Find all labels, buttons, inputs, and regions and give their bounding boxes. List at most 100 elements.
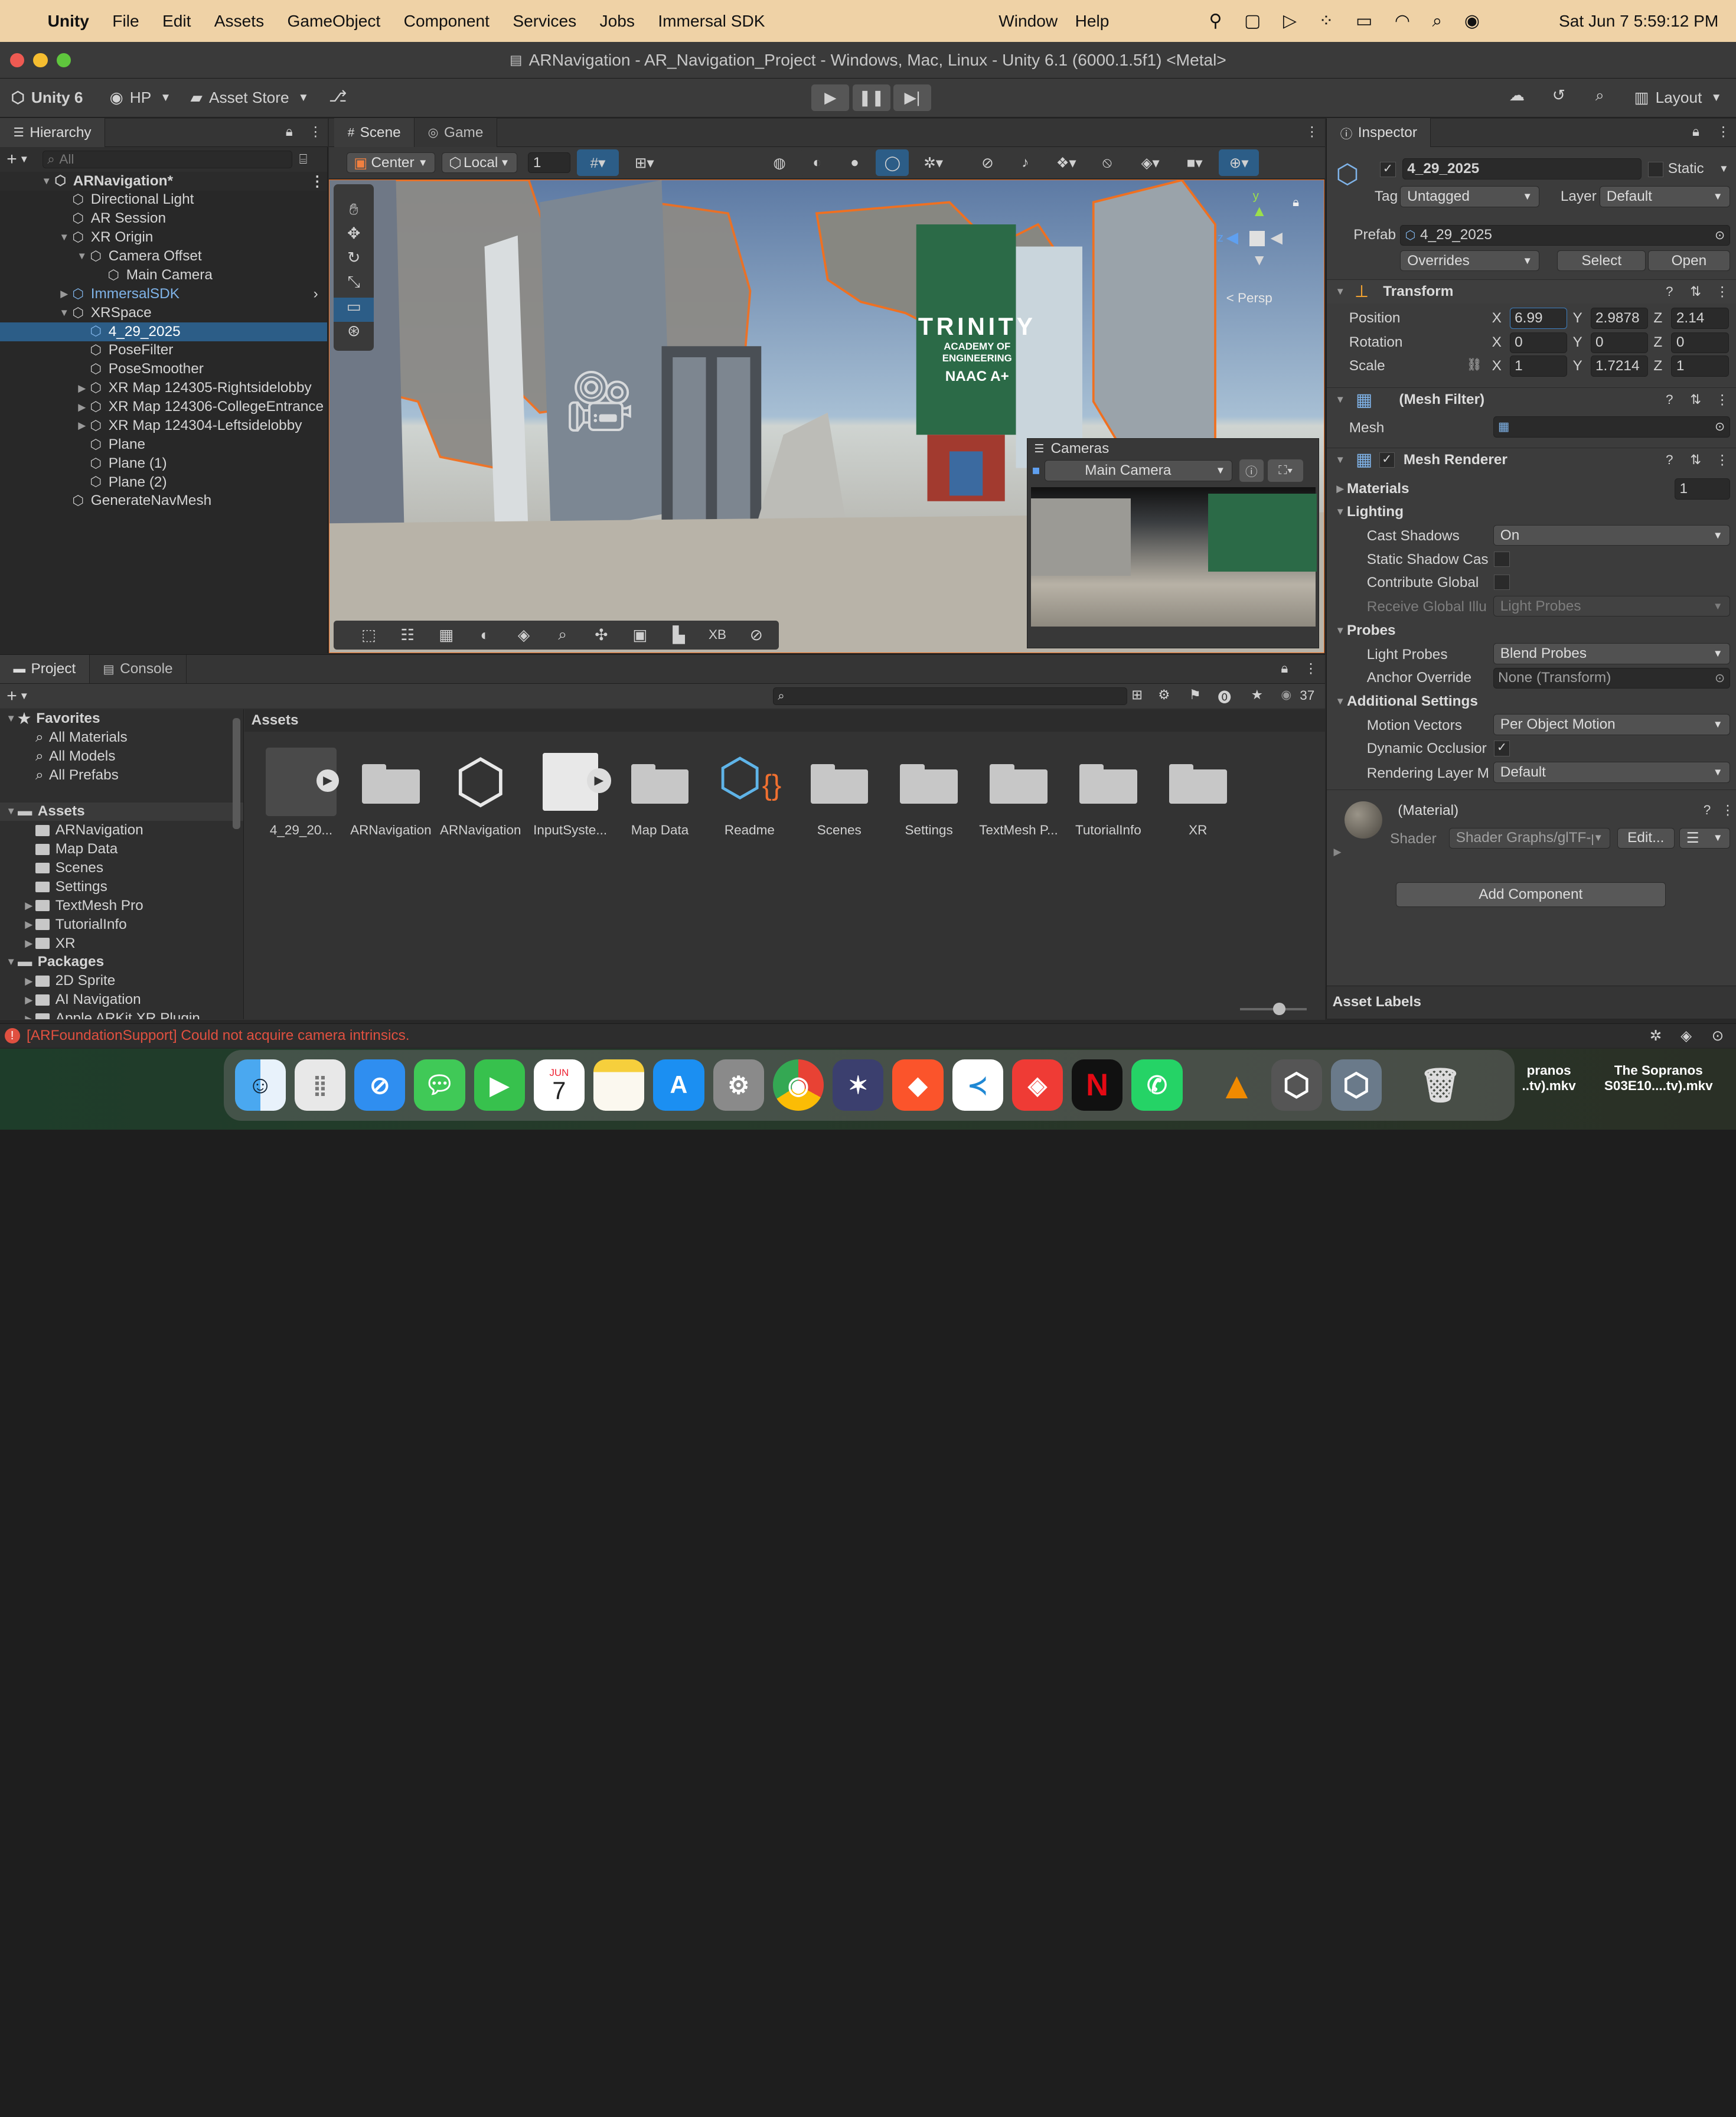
project-folder-item[interactable]: ▶ AI Navigation xyxy=(0,990,243,1009)
render-mode-icon[interactable]: ◍ xyxy=(762,149,797,177)
fit-icon[interactable]: ⛶▾ xyxy=(1268,459,1304,482)
rotation-z-input[interactable]: 0 xyxy=(1671,332,1729,354)
prefab-open-button[interactable]: Open xyxy=(1648,250,1730,272)
pause-button[interactable]: ❚❚ xyxy=(852,84,890,111)
anydesk-icon[interactable]: ◈ xyxy=(1011,1059,1063,1111)
tag-dropdown[interactable]: Untagged ▼ xyxy=(1400,186,1540,207)
tree-scrollbar[interactable] xyxy=(232,718,240,829)
foldout-arrow-icon[interactable]: ▼ xyxy=(58,307,71,319)
hierarchy-item[interactable]: ⬡ PoseFilter xyxy=(0,341,327,360)
favorite-item[interactable]: ⌕ All Prefabs xyxy=(0,766,243,785)
chrome-icon[interactable]: ◉ xyxy=(772,1059,824,1111)
lock-icon[interactable]: 🔒︎ xyxy=(286,124,293,139)
static-shadow-checkbox[interactable] xyxy=(1494,551,1510,567)
prefab-select-button[interactable]: Select xyxy=(1557,250,1646,272)
hierarchy-item[interactable]: ⬡ GenerateNavMesh xyxy=(0,492,327,511)
light-probes-dropdown[interactable]: Blend Probes ▼ xyxy=(1493,643,1730,664)
transform-tool-icon[interactable]: ⊛ xyxy=(334,322,374,346)
anchor-override-field[interactable]: None (Transform) ⊙ xyxy=(1493,667,1730,689)
expand-arrow-icon[interactable]: ▶ xyxy=(22,937,36,950)
position-y-axis-label[interactable]: Y xyxy=(1573,310,1582,327)
gizmo-x-cone[interactable]: ◀ xyxy=(1271,229,1283,247)
rotation-x-axis-label[interactable]: X xyxy=(1492,334,1502,351)
chevron-right-icon[interactable]: › xyxy=(314,286,318,302)
scale-y-input[interactable]: 1.7214 xyxy=(1590,355,1648,377)
hierarchy-item[interactable]: ▶ ⬡ XR Map 124305-Rightsidelobby xyxy=(0,379,327,397)
search-by-type-icon[interactable]: ⊞ xyxy=(1131,687,1143,703)
expand-arrow-icon[interactable]: ▶ xyxy=(22,1013,36,1019)
grid-size-input[interactable]: 1 xyxy=(528,152,570,174)
scale-x-axis-label[interactable]: X xyxy=(1492,358,1502,374)
project-folder-item[interactable]: ▶ XR xyxy=(0,934,243,953)
calendar-icon[interactable]: JUN 7 xyxy=(533,1059,585,1111)
lock-icon[interactable]: 🔒︎ xyxy=(1692,124,1699,139)
persp-label[interactable]: < Persp xyxy=(1226,291,1272,306)
prefab-field[interactable]: ⬡ 4_29_2025 ⊙ xyxy=(1400,224,1730,246)
collapse-arrow-icon[interactable]: ▼ xyxy=(1334,454,1347,466)
compass-icon[interactable]: ⊘ xyxy=(737,626,776,644)
search-icon[interactable]: ⌕ xyxy=(1595,86,1604,105)
debug-icon[interactable]: ✲▾ xyxy=(913,149,954,177)
hierarchy-item[interactable]: ▶ ⬡ ImmersalSDK › xyxy=(0,285,327,304)
asset-tile[interactable]: ⬡ ARNavigation xyxy=(439,748,523,839)
more-options-icon[interactable]: ⋮ xyxy=(1721,803,1735,818)
foldout-arrow-icon[interactable]: ▶ xyxy=(76,419,89,432)
hand-tool-icon[interactable]: ✋︎ xyxy=(334,200,374,224)
dynamic-occlusion-checkbox[interactable]: ✓ xyxy=(1494,741,1510,756)
constrain-proportions-icon[interactable]: ⛓ xyxy=(1467,358,1482,372)
hierarchy-item[interactable]: ⬡ 4_29_2025 xyxy=(0,322,327,341)
debug-icon[interactable]: ✲ xyxy=(1650,1027,1662,1045)
brave-icon[interactable]: ◆ xyxy=(892,1059,944,1111)
layout-dropdown[interactable]: ▥ Layout ▼ xyxy=(1634,85,1722,109)
target-icon[interactable]: ⊙ xyxy=(1715,419,1725,434)
hierarchy-item[interactable]: ▼ ⬡ XR Origin xyxy=(0,228,327,247)
probes-foldout[interactable]: ▼ Probes xyxy=(1334,622,1395,639)
menu-immersal-sdk[interactable]: Immersal SDK xyxy=(658,12,765,31)
check-icon[interactable]: ⊙ xyxy=(1712,1027,1724,1045)
favorite-item[interactable]: ⌕ All Models xyxy=(0,747,243,766)
drag-handle-icon[interactable]: ☰ xyxy=(1034,442,1044,455)
foldout-arrow-icon[interactable]: ▶ xyxy=(58,288,71,300)
rendering-layer-dropdown[interactable]: Default ▼ xyxy=(1493,762,1730,783)
more-options-icon[interactable]: ⋮ xyxy=(310,172,324,190)
hierarchy-item[interactable]: ⬡ AR Session xyxy=(0,209,327,228)
help-icon[interactable]: ? xyxy=(1666,452,1673,468)
whatsapp-icon[interactable]: ✆ xyxy=(1131,1059,1183,1111)
favorites-row[interactable]: ▼ ★ Favorites xyxy=(0,709,243,728)
hierarchy-item[interactable]: ▼ ⬡ XRSpace xyxy=(0,304,327,322)
hierarchy-item[interactable]: ⬡ Directional Light xyxy=(0,191,327,210)
zoom-slider-thumb[interactable] xyxy=(1273,1002,1285,1015)
shader-menu-button[interactable]: ☰ ▼ xyxy=(1679,827,1730,849)
more-options-icon[interactable]: ⋮ xyxy=(1306,124,1319,139)
cloud-icon[interactable]: ☁ xyxy=(1509,86,1525,105)
add-component-button[interactable]: Add Component xyxy=(1395,882,1666,907)
gizmos-icon[interactable]: ⊕▾ xyxy=(1219,149,1259,177)
scale-y-axis-label[interactable]: Y xyxy=(1573,358,1582,374)
hidden-objects-icon[interactable]: ⦸ xyxy=(1090,149,1124,177)
asset-tile[interactable]: ▶ 4_29_20... xyxy=(259,747,344,839)
position-z-axis-label[interactable]: Z xyxy=(1653,310,1662,327)
tab-inspector[interactable]: ⓘ Inspector xyxy=(1327,118,1431,147)
more-options-icon[interactable]: ⋮ xyxy=(309,124,322,139)
foldout-arrow-icon[interactable]: ▶ xyxy=(76,401,89,413)
warning-icon[interactable]: ⓿ xyxy=(1218,687,1232,706)
tab-game[interactable]: ◎ Game xyxy=(415,118,497,147)
history-icon[interactable]: ↺ xyxy=(1552,86,1565,105)
scale-tool-icon[interactable]: ⤡ xyxy=(334,273,374,297)
more-options-icon[interactable]: ⋮ xyxy=(1715,392,1729,407)
project-search-input[interactable]: ⌕ xyxy=(772,687,1127,705)
project-folder-item[interactable]: Settings xyxy=(0,878,243,896)
shader-edit-button[interactable]: Edit... xyxy=(1617,827,1675,849)
desktop-file-1[interactable]: pranos ..tv).mkv xyxy=(1510,1063,1588,1094)
menu-edit[interactable]: Edit xyxy=(162,12,191,31)
motion-vectors-dropdown[interactable]: Per Object Motion ▼ xyxy=(1493,714,1730,735)
close-window-button[interactable] xyxy=(9,53,25,68)
asset-tile[interactable]: ⬡{} Readme xyxy=(707,748,792,839)
project-folder-item[interactable]: Scenes xyxy=(0,859,243,878)
navmesh-icon[interactable]: ✣ xyxy=(582,626,621,644)
camera-select-dropdown[interactable]: Main Camera ▼ xyxy=(1044,460,1233,481)
minimize-window-button[interactable] xyxy=(33,53,48,68)
rotation-z-axis-label[interactable]: Z xyxy=(1653,334,1662,351)
account-dropdown[interactable]: ◉ HP ▼ xyxy=(110,85,171,109)
more-options-icon[interactable]: ⋮ xyxy=(1717,124,1730,139)
